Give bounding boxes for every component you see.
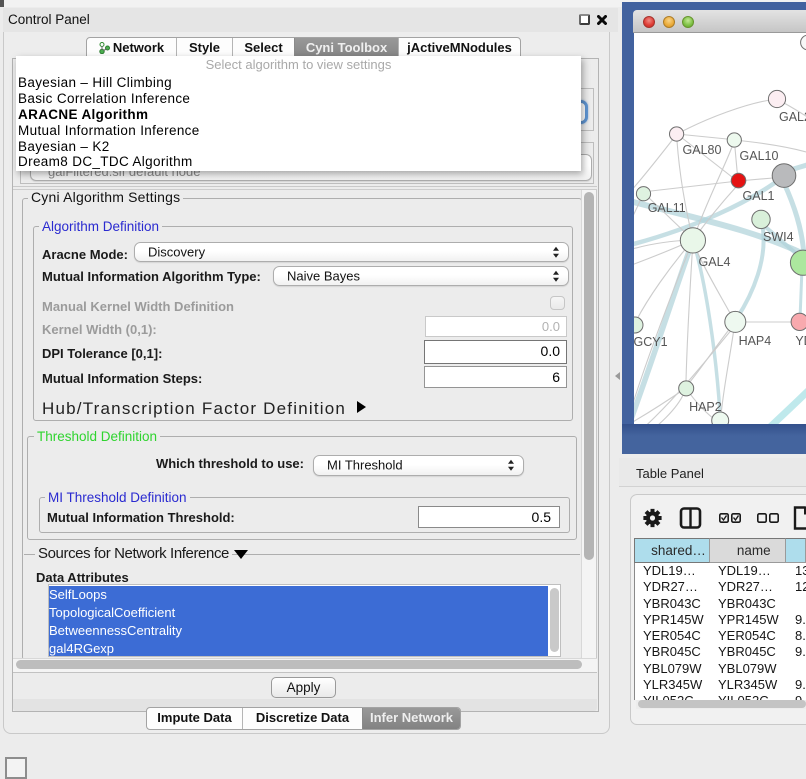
- svg-text:GAL1: GAL1: [743, 189, 775, 203]
- svg-text:HAP4: HAP4: [739, 334, 772, 348]
- svg-text:YD: YD: [795, 334, 806, 348]
- svg-text:GAL11: GAL11: [648, 201, 686, 215]
- svg-text:GAL80: GAL80: [683, 143, 722, 157]
- svg-text:SWI4: SWI4: [763, 230, 794, 244]
- svg-text:GAL10: GAL10: [740, 149, 779, 163]
- svg-text:GAL2: GAL2: [779, 110, 806, 124]
- svg-text:GAL4: GAL4: [699, 255, 731, 269]
- svg-text:GCY1: GCY1: [634, 335, 668, 349]
- svg-text:HAP2: HAP2: [689, 400, 722, 414]
